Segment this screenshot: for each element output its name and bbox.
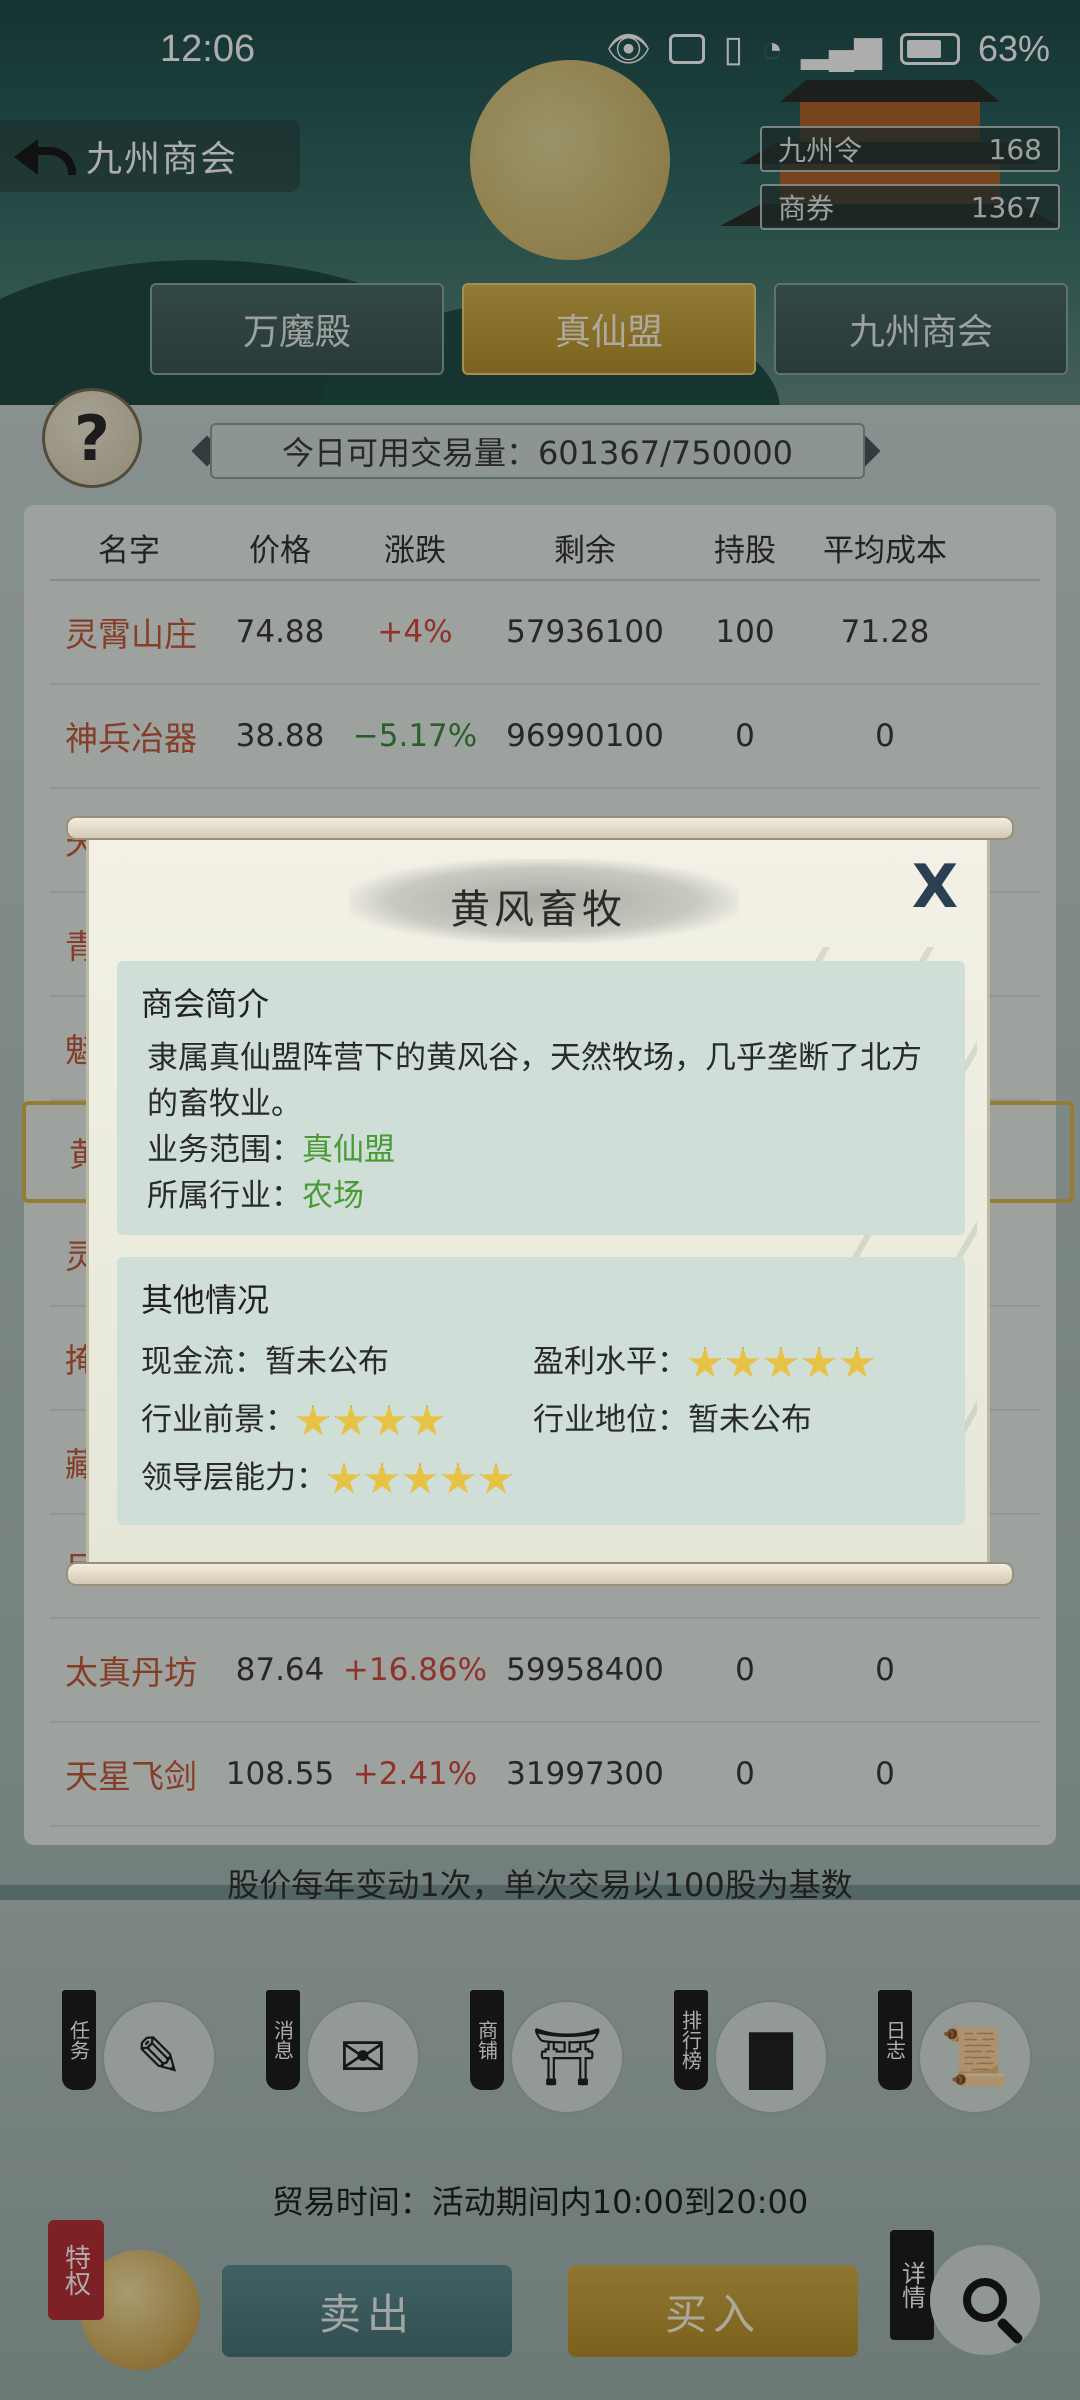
intro-heading: 商会简介 (141, 985, 270, 1023)
prospect-row: 行业前景： (141, 1397, 533, 1443)
star-icon (840, 1346, 874, 1378)
cash-flow-row: 现金流：暂未公布 (141, 1339, 533, 1385)
prospect-label: 行业前景： (141, 1402, 296, 1438)
star-icon (764, 1346, 798, 1378)
intro-section: 商会简介 隶属真仙盟阵营下的黄风谷，天然牧场，几乎垄断了北方的畜牧业。 业务范围… (117, 961, 965, 1235)
position-value: 暂未公布 (688, 1402, 812, 1438)
profit-stars (688, 1346, 874, 1381)
position-row: 行业地位：暂未公布 (533, 1397, 953, 1443)
business-label: 业务范围： (147, 1132, 302, 1168)
star-icon (726, 1346, 760, 1378)
cash-flow-label: 现金流： (141, 1344, 265, 1380)
star-icon (372, 1404, 406, 1436)
company-detail-modal: 黄风畜牧 X 商会简介 隶属真仙盟阵营下的黄风谷，天然牧场，几乎垄断了北方的畜牧… (86, 834, 990, 1574)
position-label: 行业地位： (533, 1402, 688, 1438)
star-icon (403, 1462, 437, 1494)
star-icon (688, 1346, 722, 1378)
other-section: 其他情况 现金流：暂未公布 盈利水平： 行业前景： 行业地位：暂未公布 领导层能… (117, 1257, 965, 1525)
leadership-label: 领导层能力： (141, 1460, 327, 1496)
star-icon (802, 1346, 836, 1378)
industry-row: 所属行业：农场 (141, 1173, 941, 1219)
modal-title: 黄风畜牧 (450, 887, 626, 933)
business-value: 真仙盟 (302, 1132, 395, 1168)
star-icon (479, 1462, 513, 1494)
star-icon (327, 1462, 361, 1494)
star-icon (334, 1404, 368, 1436)
scroll-rod-top (66, 816, 1014, 840)
star-icon (441, 1462, 475, 1494)
profit-row: 盈利水平： (533, 1339, 953, 1385)
close-icon[interactable]: X (905, 852, 965, 922)
prospect-stars (296, 1404, 444, 1439)
industry-label: 所属行业： (147, 1178, 302, 1214)
other-heading: 其他情况 (141, 1281, 270, 1319)
profit-label: 盈利水平： (533, 1344, 688, 1380)
cash-flow-value: 暂未公布 (265, 1344, 389, 1380)
industry-value: 农场 (302, 1178, 364, 1214)
star-icon (365, 1462, 399, 1494)
star-icon (410, 1404, 444, 1436)
business-row: 业务范围：真仙盟 (141, 1127, 941, 1173)
scroll-rod-bottom (66, 1562, 1014, 1586)
star-icon (296, 1404, 330, 1436)
leadership-stars (327, 1462, 513, 1497)
intro-text: 隶属真仙盟阵营下的黄风谷，天然牧场，几乎垄断了北方的畜牧业。 (147, 1040, 922, 1122)
leadership-row: 领导层能力： (141, 1455, 953, 1501)
